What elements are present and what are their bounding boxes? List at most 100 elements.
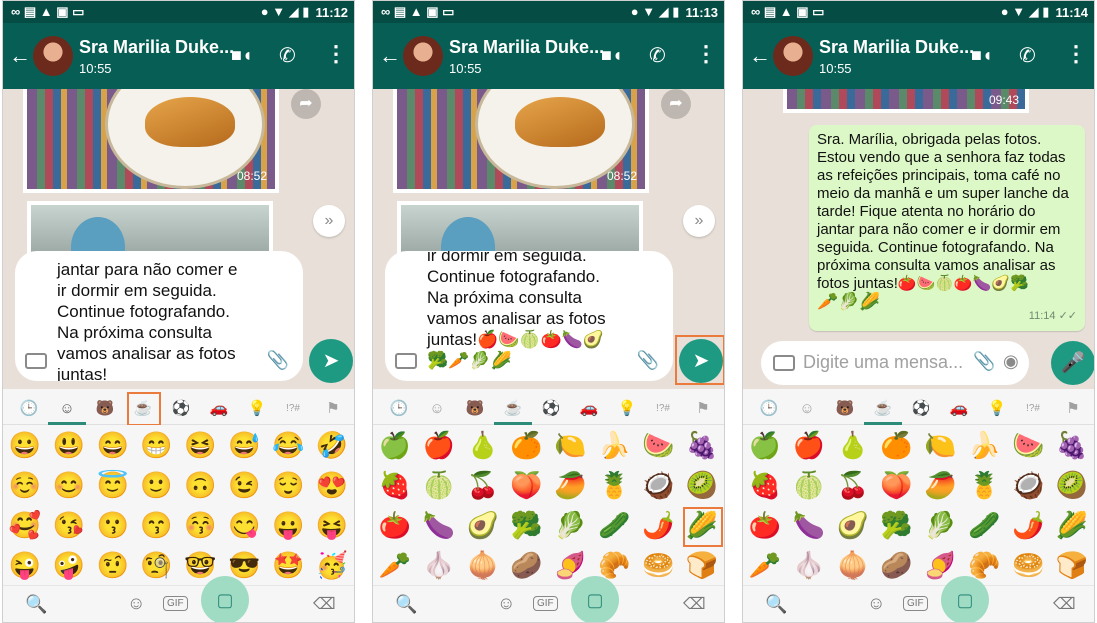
category-food-icon[interactable]: ☕ bbox=[501, 397, 525, 421]
emoji-key[interactable]: 🧄 bbox=[787, 545, 831, 585]
emoji-key[interactable]: 🥕 bbox=[743, 545, 787, 585]
category-travel-icon[interactable]: 🚗 bbox=[947, 397, 971, 421]
emoji-key[interactable]: 🍈 bbox=[417, 465, 461, 505]
emoji-tab-icon[interactable]: ☺ bbox=[867, 593, 885, 614]
more-options-icon[interactable]: ⋮ bbox=[1065, 41, 1087, 67]
category-recent-icon[interactable]: 🕒 bbox=[17, 397, 41, 421]
emoji-key[interactable]: 🍑 bbox=[875, 465, 919, 505]
emoji-key[interactable]: 🥬 bbox=[919, 505, 963, 545]
emoji-key[interactable]: 🥭 bbox=[549, 465, 593, 505]
emoji-key[interactable]: 😙 bbox=[135, 505, 179, 545]
contact-avatar[interactable] bbox=[403, 36, 443, 76]
emoji-key[interactable]: 🍓 bbox=[743, 465, 787, 505]
category-smileys-icon[interactable]: ☺ bbox=[795, 397, 819, 421]
contact-name[interactable]: Sra Marilia Duke... bbox=[79, 37, 234, 58]
emoji-key[interactable]: 😊 bbox=[47, 465, 91, 505]
emoji-key[interactable]: 🥝 bbox=[1050, 465, 1094, 505]
message-input[interactable]: jantar para não comer e ir dormir em seg… bbox=[15, 251, 303, 381]
emoji-key[interactable]: 🙂 bbox=[135, 465, 179, 505]
emoji-key[interactable]: 🥬 bbox=[549, 505, 593, 545]
emoji-key[interactable]: 😂 bbox=[266, 425, 310, 465]
emoji-tab-icon[interactable]: ☺ bbox=[127, 593, 145, 614]
emoji-key[interactable]: 🥯 bbox=[636, 545, 680, 585]
contact-avatar[interactable] bbox=[33, 36, 73, 76]
emoji-key[interactable]: 😉 bbox=[222, 465, 266, 505]
emoji-key[interactable]: 🍇 bbox=[680, 425, 724, 465]
emoji-key[interactable]: 🍆 bbox=[787, 505, 831, 545]
category-objects-icon[interactable]: 💡 bbox=[245, 397, 269, 421]
more-options-icon[interactable]: ⋮ bbox=[695, 41, 717, 67]
emoji-key[interactable]: 🤨 bbox=[91, 545, 135, 585]
emoji-key[interactable]: 🍍 bbox=[592, 465, 636, 505]
category-symbols-icon[interactable]: !?# bbox=[651, 397, 675, 421]
sticker-tab-icon[interactable]: ▢ bbox=[941, 576, 989, 622]
search-icon[interactable]: 🔍 bbox=[765, 594, 787, 615]
emoji-key[interactable]: 🤩 bbox=[266, 545, 310, 585]
phone-call-icon[interactable]: ✆ bbox=[649, 43, 666, 68]
emoji-key[interactable]: 🍇 bbox=[1050, 425, 1094, 465]
emoji-key[interactable]: 😝 bbox=[310, 505, 354, 545]
emoji-key[interactable]: 🥝 bbox=[680, 465, 724, 505]
message-placeholder[interactable]: Digite uma mensa... bbox=[803, 352, 963, 373]
emoji-key[interactable]: 🍉 bbox=[1006, 425, 1050, 465]
emoji-key[interactable]: 🍋 bbox=[549, 425, 593, 465]
search-icon[interactable]: 🔍 bbox=[395, 594, 417, 615]
emoji-key[interactable]: 🌶️ bbox=[1006, 505, 1050, 545]
category-smileys-icon[interactable]: ☺ bbox=[55, 397, 79, 421]
category-activity-icon[interactable]: ⚽ bbox=[909, 397, 933, 421]
emoji-key[interactable]: 😀 bbox=[3, 425, 47, 465]
emoji-key[interactable]: 🍑 bbox=[505, 465, 549, 505]
category-flags-icon[interactable]: ⚑ bbox=[1061, 397, 1085, 421]
emoji-key[interactable]: 🥳 bbox=[310, 545, 354, 585]
emoji-key[interactable]: 🥒 bbox=[962, 505, 1006, 545]
phone-call-icon[interactable]: ✆ bbox=[279, 43, 296, 68]
category-objects-icon[interactable]: 💡 bbox=[985, 397, 1009, 421]
scroll-down-icon[interactable]: » bbox=[313, 205, 345, 237]
contact-name[interactable]: Sra Marilia Duke... bbox=[449, 37, 604, 58]
emoji-key[interactable]: 🍈 bbox=[787, 465, 831, 505]
emoji-key[interactable]: 😃 bbox=[47, 425, 91, 465]
message-draft-text[interactable]: jantar para não comer e ir dormir em seg… bbox=[57, 259, 277, 381]
emoji-key[interactable]: 🍞 bbox=[1050, 545, 1094, 585]
more-options-icon[interactable]: ⋮ bbox=[325, 41, 347, 67]
emoji-key[interactable]: 😄 bbox=[91, 425, 135, 465]
backspace-icon[interactable]: ⌫ bbox=[1053, 594, 1076, 614]
emoji-key[interactable]: 🧅 bbox=[461, 545, 505, 585]
emoji-key[interactable]: 🍌 bbox=[962, 425, 1006, 465]
emoji-key[interactable]: 🍎 bbox=[417, 425, 461, 465]
emoji-key[interactable]: 🍌 bbox=[592, 425, 636, 465]
emoji-key[interactable]: 😇 bbox=[91, 465, 135, 505]
category-travel-icon[interactable]: 🚗 bbox=[577, 397, 601, 421]
category-smileys-icon[interactable]: ☺ bbox=[425, 397, 449, 421]
send-button[interactable]: ➤ bbox=[309, 339, 353, 383]
emoji-key[interactable]: 🍏 bbox=[373, 425, 417, 465]
keyboard-icon[interactable] bbox=[395, 353, 417, 369]
emoji-key[interactable]: 🧐 bbox=[135, 545, 179, 585]
emoji-key[interactable]: 😁 bbox=[135, 425, 179, 465]
emoji-key[interactable]: 🥥 bbox=[636, 465, 680, 505]
message-draft-text[interactable]: ir dormir em seguida. Continue fotografa… bbox=[427, 251, 647, 371]
emoji-key[interactable]: 🌽 bbox=[1050, 505, 1094, 545]
photo-message[interactable]: 08:52 bbox=[393, 89, 649, 193]
phone-call-icon[interactable]: ✆ bbox=[1019, 43, 1036, 68]
gif-tab-icon[interactable]: GIF bbox=[163, 596, 188, 611]
video-call-icon[interactable]: ■◖ bbox=[601, 45, 623, 66]
contact-avatar[interactable] bbox=[773, 36, 813, 76]
sticker-tab-icon[interactable]: ▢ bbox=[201, 576, 249, 622]
emoji-key[interactable]: 😍 bbox=[310, 465, 354, 505]
mic-button[interactable]: 🎤 bbox=[1051, 341, 1094, 385]
category-animals-icon[interactable]: 🐻 bbox=[463, 397, 487, 421]
emoji-key[interactable]: 🧄 bbox=[417, 545, 461, 585]
category-recent-icon[interactable]: 🕒 bbox=[757, 397, 781, 421]
video-call-icon[interactable]: ■◖ bbox=[971, 45, 993, 66]
gif-tab-icon[interactable]: GIF bbox=[903, 596, 928, 611]
scroll-down-icon[interactable]: » bbox=[683, 205, 715, 237]
emoji-key[interactable]: 🥔 bbox=[875, 545, 919, 585]
attach-icon[interactable]: 📎 bbox=[267, 350, 289, 371]
emoji-key[interactable]: 🥔 bbox=[505, 545, 549, 585]
category-travel-icon[interactable]: 🚗 bbox=[207, 397, 231, 421]
emoji-key[interactable]: 😌 bbox=[266, 465, 310, 505]
category-animals-icon[interactable]: 🐻 bbox=[93, 397, 117, 421]
emoji-key[interactable]: 🥰 bbox=[3, 505, 47, 545]
backspace-icon[interactable]: ⌫ bbox=[683, 594, 706, 614]
